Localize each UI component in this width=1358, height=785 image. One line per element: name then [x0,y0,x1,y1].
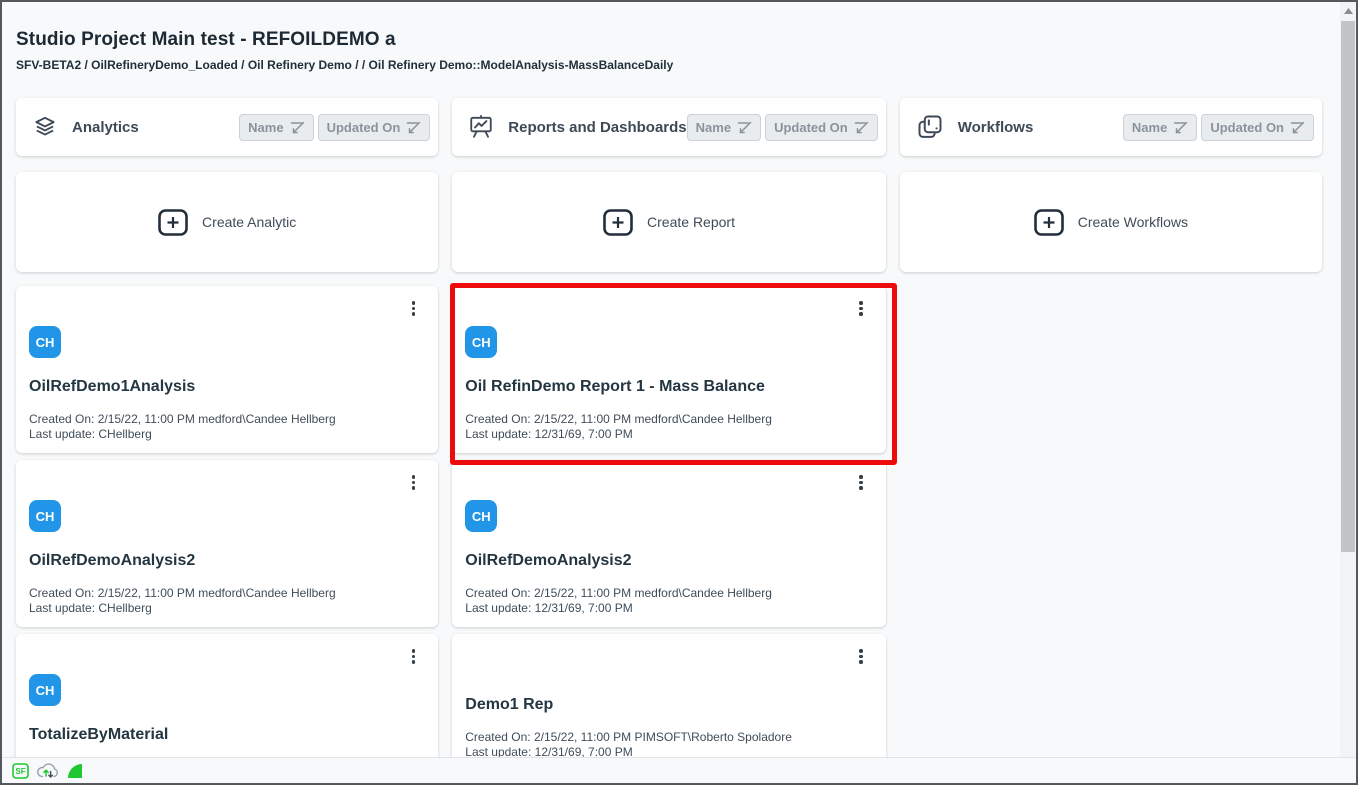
connection-wedge-icon [67,763,83,779]
kebab-menu-icon[interactable] [854,472,868,493]
kebab-menu-icon[interactable] [407,646,421,667]
column-reports-dashboards: Reports and Dashboards Name Updated On [452,98,885,757]
app-window: Studio Project Main test - REFOILDEMO a … [0,0,1358,785]
card-title: OilRefDemoAnalysis2 [29,552,418,570]
card-created-on: Created On: 2/15/22, 11:00 PM PIMSOFT\Ro… [465,730,865,745]
page-title: Studio Project Main test - REFOILDEMO a [16,29,1338,51]
reports-sort-by-updated-button[interactable]: Updated On [765,114,878,141]
columns-grid: Analytics Name Updated On [16,98,1338,757]
main-content: Studio Project Main test - REFOILDEMO a … [2,2,1338,757]
scrollbar-thumb[interactable] [1341,21,1355,552]
reports-section-header: Reports and Dashboards Name Updated On [452,98,885,156]
vertical-scrollbar[interactable] [1340,2,1356,757]
kebab-menu-icon[interactable] [407,472,421,493]
create-report-label: Create Report [647,214,735,230]
breadcrumb: SFV-BETA2 / OilRefineryDemo_Loaded / Oil… [16,58,1338,72]
workflows-sort-by-updated-button[interactable]: Updated On [1201,114,1314,141]
sort-updated-label: Updated On [327,120,401,135]
card-oilrefdemoanalysis2-middle[interactable]: CH OilRefDemoAnalysis2 Created On: 2/15/… [452,460,885,627]
card-last-update: Last update: CHellberg [29,601,418,616]
card-title: OilRefDemoAnalysis2 [465,552,865,570]
card-last-update: Last update: CHellberg [29,427,418,442]
stacked-windows-icon [916,113,944,141]
card-oilrefdemo1analysis[interactable]: CH OilRefDemo1Analysis Created On: 2/15/… [16,286,438,453]
avatar-badge: CH [465,326,497,358]
card-title: Demo1 Rep [465,696,865,714]
analytics-section-title: Analytics [72,119,239,136]
sort-icon [1173,121,1188,134]
card-created-on: Created On: 2/15/22, 11:00 PM medford\Ca… [29,412,418,427]
scrollbar-up-arrow-icon[interactable] [1340,2,1356,19]
plus-icon [1034,209,1064,236]
sort-icon [406,121,421,134]
column-analytics: Analytics Name Updated On [16,98,438,757]
reports-sort-group: Name Updated On [687,114,878,141]
plus-icon [158,209,188,236]
cloud-sync-icon [36,762,60,779]
analytics-sort-by-name-button[interactable]: Name [239,114,313,141]
kebab-menu-icon[interactable] [854,298,868,319]
sf-badge-icon: SF [12,763,29,779]
create-analytic-button[interactable]: Create Analytic [16,172,438,272]
card-created-on: Created On: 2/15/22, 11:00 PM medford\Ca… [465,412,865,427]
column-workflows: Workflows Name Updated On [900,98,1322,757]
card-demo1-rep[interactable]: Demo1 Rep Created On: 2/15/22, 11:00 PM … [452,634,885,757]
layers-stack-icon [32,114,58,140]
workflows-sort-group: Name Updated On [1123,114,1314,141]
workflows-section-header: Workflows Name Updated On [900,98,1322,156]
sort-icon [290,121,305,134]
card-last-update: Last update: 12/31/69, 7:00 PM [465,601,865,616]
reports-section-title: Reports and Dashboards [508,119,686,136]
analytics-section-header: Analytics Name Updated On [16,98,438,156]
sort-icon [737,121,752,134]
workflows-section-title: Workflows [958,119,1123,136]
workflows-sort-by-name-button[interactable]: Name [1123,114,1197,141]
card-oilrefdemoanalysis2-left[interactable]: CH OilRefDemoAnalysis2 Created On: 2/15/… [16,460,438,627]
create-workflows-label: Create Workflows [1078,214,1188,230]
card-last-update: Last update: 12/31/69, 7:00 PM [465,745,865,758]
card-created-on: Created On: 2/15/22, 11:00 PM medford\Ca… [465,586,865,601]
create-report-button[interactable]: Create Report [452,172,885,272]
card-oil-refindemo-report-1-mass-balance[interactable]: CH Oil RefinDemo Report 1 - Mass Balance… [452,286,885,453]
card-created-on: Created On: 2/15/22, 11:00 PM medford\Ca… [29,586,418,601]
card-title: OilRefDemo1Analysis [29,378,418,396]
status-bar: SF [2,757,1356,783]
avatar-badge: CH [29,674,61,706]
sort-name-label: Name [248,120,283,135]
avatar-badge: CH [29,500,61,532]
card-totalizebymaterial[interactable]: CH TotalizeByMaterial [16,634,438,757]
create-workflows-button[interactable]: Create Workflows [900,172,1322,272]
sort-icon [1290,121,1305,134]
card-title: TotalizeByMaterial [29,726,418,744]
kebab-menu-icon[interactable] [407,298,421,319]
plus-icon [603,209,633,236]
analytics-sort-by-updated-button[interactable]: Updated On [318,114,431,141]
sort-updated-label: Updated On [774,120,848,135]
create-analytic-label: Create Analytic [202,214,296,230]
avatar-badge: CH [465,500,497,532]
sort-name-label: Name [696,120,731,135]
reports-sort-by-name-button[interactable]: Name [687,114,761,141]
avatar-badge: CH [29,326,61,358]
analytics-sort-group: Name Updated On [239,114,430,141]
sort-icon [854,121,869,134]
kebab-menu-icon[interactable] [854,646,868,667]
card-title: Oil RefinDemo Report 1 - Mass Balance [465,378,865,396]
sort-name-label: Name [1132,120,1167,135]
presentation-chart-icon [468,114,494,140]
svg-text:SF: SF [15,767,25,776]
sort-updated-label: Updated On [1210,120,1284,135]
card-last-update: Last update: 12/31/69, 7:00 PM [465,427,865,442]
